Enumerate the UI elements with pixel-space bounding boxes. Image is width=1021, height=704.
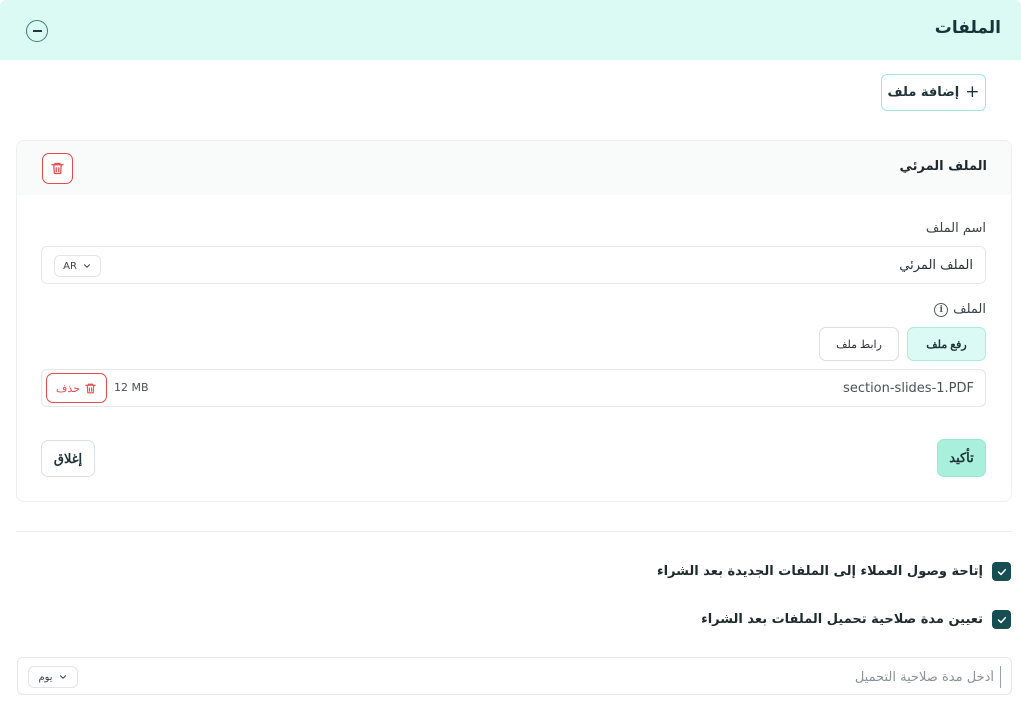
- chevron-down-icon: [59, 675, 66, 679]
- file-name-value: الملف المرئي: [899, 258, 973, 273]
- period-unit-select[interactable]: يوم: [28, 666, 78, 688]
- set-validity-label: تعيين مدة صلاحية تحميل الملفات بعد الشرا…: [701, 612, 983, 627]
- file-card-header: الملف المرئي: [17, 141, 1011, 195]
- file-label: الملف i: [934, 302, 986, 317]
- allow-access-label: إتاحة وصول العملاء إلى الملفات الجديدة ب…: [656, 564, 983, 579]
- period-unit-value: يوم: [38, 671, 53, 683]
- uploaded-file-name: section-slides-1.PDF: [843, 381, 974, 396]
- trash-icon: [85, 383, 96, 393]
- files-section: الملفات + إضافة ملف الملف المرئي اسم الم…: [0, 0, 1021, 704]
- close-button[interactable]: إغلاق: [41, 440, 95, 477]
- section-header: الملفات: [0, 0, 1021, 60]
- add-file-label: إضافة ملف: [887, 85, 960, 100]
- delete-uploaded-file-button[interactable]: حذف: [46, 373, 107, 403]
- tab-upload-file[interactable]: رفع ملف: [907, 327, 986, 361]
- confirm-button[interactable]: تأكيد: [937, 439, 986, 477]
- uploaded-file-size: 12 MB: [114, 381, 149, 394]
- file-name-label: اسم الملف: [925, 221, 986, 236]
- validity-period-input[interactable]: [401, 666, 1001, 688]
- divider: [16, 531, 1012, 532]
- file-name-input[interactable]: الملف المرئي AR: [41, 246, 986, 284]
- info-icon[interactable]: i: [934, 302, 949, 317]
- validity-period-field: يوم: [17, 657, 1012, 695]
- delete-file-card-button[interactable]: [42, 153, 73, 184]
- add-file-button[interactable]: + إضافة ملف: [881, 74, 986, 111]
- file-card: الملف المرئي: [16, 140, 1012, 502]
- check-icon: [997, 616, 1006, 623]
- set-validity-option[interactable]: تعيين مدة صلاحية تحميل الملفات بعد الشرا…: [701, 610, 1011, 629]
- language-select[interactable]: AR: [54, 255, 101, 277]
- file-card-title: الملف المرئي: [899, 159, 987, 174]
- delete-label: حذف: [56, 382, 80, 395]
- allow-access-checkbox[interactable]: [992, 562, 1011, 581]
- minus-icon: [32, 30, 42, 32]
- chevron-down-icon: [83, 264, 90, 268]
- file-label-text: الملف: [953, 302, 986, 317]
- plus-icon: +: [965, 82, 980, 102]
- trash-icon: [51, 162, 64, 175]
- language-value: AR: [63, 260, 77, 272]
- allow-access-option[interactable]: إتاحة وصول العملاء إلى الملفات الجديدة ب…: [657, 562, 1011, 581]
- uploaded-file-row: section-slides-1.PDF 12 MB حذف: [41, 369, 986, 407]
- collapse-button[interactable]: [26, 20, 48, 42]
- set-validity-checkbox[interactable]: [992, 610, 1011, 629]
- tab-file-link[interactable]: رابط ملف: [819, 327, 899, 361]
- check-icon: [997, 568, 1006, 575]
- section-title: الملفات: [934, 18, 1001, 38]
